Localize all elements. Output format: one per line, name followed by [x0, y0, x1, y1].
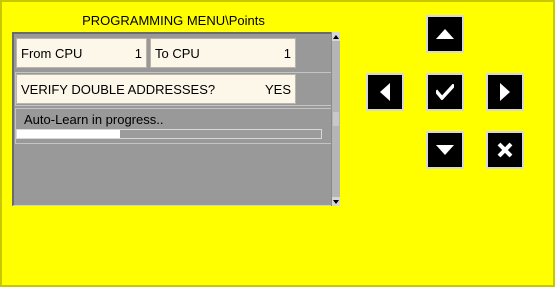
- verify-double-addresses-field[interactable]: VERIFY DOUBLE ADDRESSES? YES: [16, 74, 296, 104]
- from-cpu-value: 1: [134, 45, 142, 61]
- check-icon: [436, 84, 454, 100]
- to-cpu-label: To CPU: [155, 45, 200, 61]
- confirm-button[interactable]: [426, 73, 464, 111]
- programming-screen: PROGRAMMING MENU\Points From CPU 1 To CP…: [0, 0, 555, 287]
- progress-bar: [16, 129, 322, 139]
- cancel-icon: [497, 142, 513, 158]
- right-button[interactable]: [486, 73, 524, 111]
- progress-fill: [17, 130, 121, 138]
- status-text: Auto-Learn in progress..: [24, 112, 164, 127]
- up-button[interactable]: [426, 15, 464, 53]
- verify-label: VERIFY DOUBLE ADDRESSES?: [21, 81, 216, 97]
- to-cpu-value: 1: [283, 45, 291, 61]
- arrow-up-icon: [436, 29, 454, 39]
- verify-value: YES: [264, 81, 291, 97]
- vertical-scrollbar[interactable]: [331, 32, 340, 206]
- from-cpu-label: From CPU: [21, 45, 83, 61]
- arrow-right-icon: [500, 83, 510, 101]
- arrow-left-icon: [380, 83, 390, 101]
- scrollbar-grip[interactable]: [333, 112, 339, 126]
- scroll-up-icon[interactable]: [332, 32, 340, 41]
- settings-panel: From CPU 1 To CPU 1 VERIFY DOUBLE ADDRES…: [12, 32, 335, 206]
- from-cpu-field[interactable]: From CPU 1: [16, 38, 147, 68]
- to-cpu-field[interactable]: To CPU 1: [150, 38, 296, 68]
- down-button[interactable]: [426, 131, 464, 169]
- cancel-button[interactable]: [486, 131, 524, 169]
- page-title: PROGRAMMING MENU\Points: [82, 13, 265, 28]
- scroll-down-icon[interactable]: [332, 197, 340, 206]
- arrow-down-icon: [436, 145, 454, 155]
- left-button[interactable]: [366, 73, 404, 111]
